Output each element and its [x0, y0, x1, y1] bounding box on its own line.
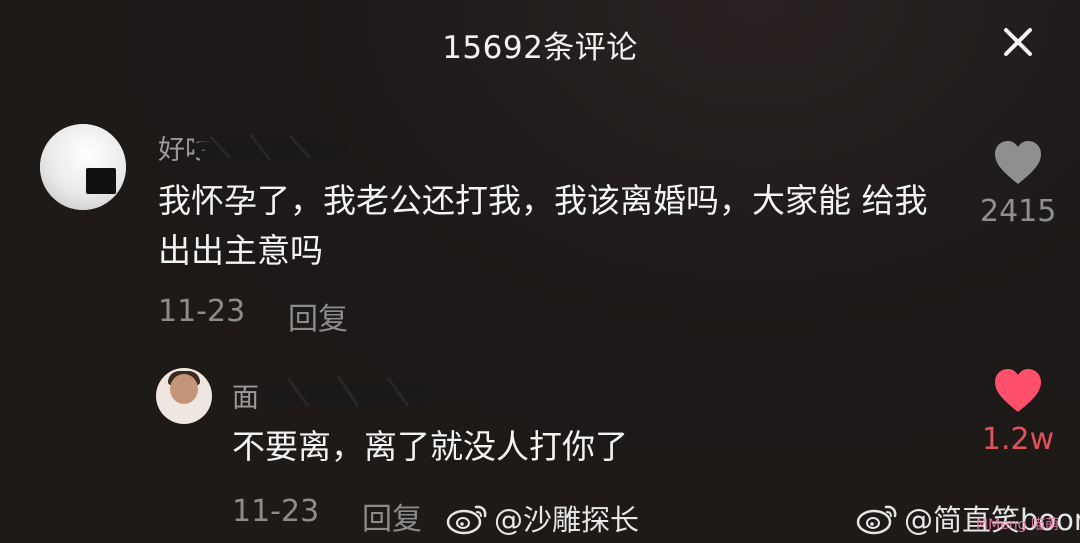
comment-date: 11-23	[158, 294, 246, 329]
avatar[interactable]	[40, 124, 126, 210]
watermark-text: @沙雕探长	[494, 503, 640, 537]
reply-button[interactable]: 回复	[288, 294, 348, 338]
like-count: 2415	[980, 194, 1057, 229]
watermark: @沙雕探长	[446, 497, 639, 539]
avatar[interactable]	[156, 368, 212, 424]
comment-text: 我怀孕了，我老公还打我，我该离婚吗，大家能 给我出出主意吗	[158, 181, 928, 270]
username-redaction-scribble	[191, 133, 347, 164]
heart-icon	[995, 369, 1041, 412]
like-button[interactable]: 1.2w	[980, 368, 1056, 457]
close-button[interactable]	[1000, 24, 1036, 60]
comment-text: 不要离，离了就没人打你了	[232, 427, 628, 466]
avatar-image	[40, 124, 126, 210]
avatar-image-detail	[86, 168, 116, 194]
like-button[interactable]: 2415	[980, 140, 1056, 229]
username-redaction-scribble	[259, 375, 435, 408]
avatar-image-detail	[170, 374, 198, 404]
username-text: 面	[232, 383, 259, 414]
like-count: 1.2w	[981, 422, 1055, 457]
comments-header: 15692条评论	[0, 0, 1080, 86]
comment-date: 11-23	[232, 494, 320, 529]
watermark-small: MMeng 喵萌	[976, 517, 1059, 533]
weibo-icon	[856, 505, 897, 535]
reply-button[interactable]: 回复	[362, 494, 422, 538]
weibo-icon	[446, 505, 487, 535]
close-icon	[1004, 28, 1032, 56]
heart-icon	[995, 141, 1041, 184]
comment-username[interactable]: 面	[232, 376, 259, 415]
comment-count-title: 15692条评论	[442, 30, 638, 66]
